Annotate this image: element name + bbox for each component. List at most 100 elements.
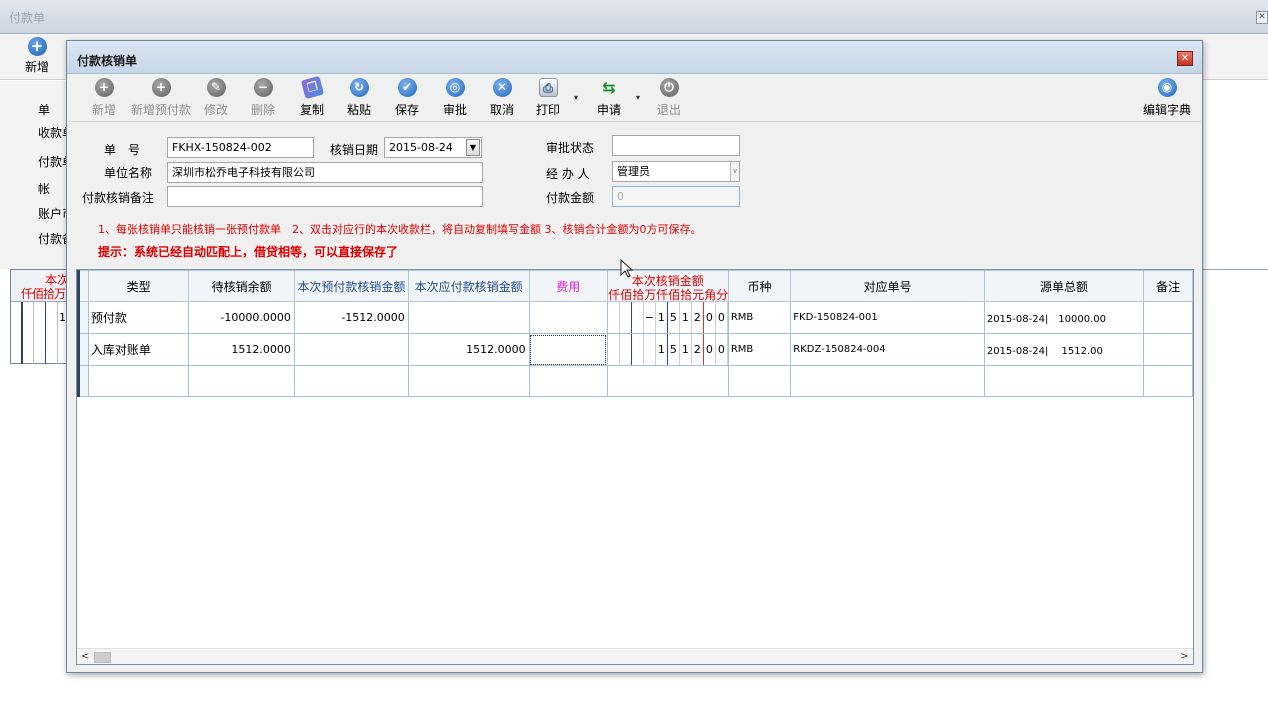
cancel-button[interactable]: ✕ 取消 xyxy=(489,78,515,118)
amount-field[interactable]: 0 xyxy=(612,186,740,207)
edit-icon: ✎ xyxy=(206,78,226,97)
cell-empty[interactable] xyxy=(790,365,985,397)
digit-cell xyxy=(620,334,632,365)
exit-button[interactable]: ⏻ 退出 xyxy=(656,78,682,118)
unit-name-field[interactable]: 深圳市松乔电子科技有限公司 xyxy=(167,162,483,183)
exit-label: 退出 xyxy=(656,103,681,117)
close-icon[interactable]: ✕ xyxy=(1177,51,1193,66)
digit-unit-label: 角 xyxy=(704,288,716,302)
cell-fee[interactable] xyxy=(528,301,608,334)
cell-pending-balance[interactable]: -10000.0000 xyxy=(188,301,295,334)
cell-fee[interactable] xyxy=(528,333,608,366)
col-header-prepay-amount[interactable]: 本次预付款核销金额 xyxy=(293,270,409,302)
delete-button[interactable]: − 删除 xyxy=(250,78,276,118)
col-header-remark[interactable]: 备注 xyxy=(1143,270,1193,302)
chevron-down-icon[interactable]: ∨ xyxy=(730,162,739,181)
cell-source-total[interactable]: 2015-08-24| 1512.00 xyxy=(983,333,1145,366)
col-header-payable-amount[interactable]: 本次应付款核销金额 xyxy=(407,270,530,302)
apply-label: 申请 xyxy=(596,103,621,117)
cell-currency[interactable]: RMB xyxy=(727,333,792,366)
digit-cell: 0 xyxy=(716,302,728,333)
row-header[interactable] xyxy=(77,301,89,334)
table-row[interactable]: 入库对账单 1512.0000 1512.0000 1 5 1 2 0 0 RM… xyxy=(77,333,1193,366)
cell-source-total[interactable]: 2015-08-24| 10000.00 xyxy=(983,301,1145,334)
plus-icon: + xyxy=(27,37,47,56)
background-grid[interactable]: 本次 仟佰拾万 1 xyxy=(10,269,69,364)
scroll-right-icon[interactable]: > xyxy=(1180,651,1188,662)
col-header-source-total[interactable]: 源单总额 xyxy=(983,270,1145,302)
copy-icon: ❐ xyxy=(300,75,324,100)
cell-currency[interactable]: RMB xyxy=(727,301,792,334)
cell-empty[interactable] xyxy=(528,365,608,397)
print-label: 打印 xyxy=(535,103,560,117)
edit-button[interactable]: ✎ 修改 xyxy=(203,78,229,118)
digit-cell: 5 xyxy=(668,334,680,365)
horizontal-scrollbar[interactable]: < > xyxy=(77,648,1193,664)
cell-empty[interactable] xyxy=(293,365,409,397)
digit-cells: 1 5 1 2 0 0 xyxy=(608,334,728,365)
col-header-type[interactable]: 类型 xyxy=(87,270,190,302)
handler-combo[interactable]: 管理员 ∨ xyxy=(612,161,740,182)
cell-type[interactable]: 入库对账单 xyxy=(87,333,190,366)
col-header-pending-balance[interactable]: 待核销余额 xyxy=(188,270,295,302)
print-dropdown-icon[interactable]: ▾ xyxy=(574,93,578,102)
refresh-icon: ↻ xyxy=(349,78,369,97)
cell-prepay-amount[interactable] xyxy=(293,333,409,366)
background-add-button[interactable]: + 新增 xyxy=(22,37,52,75)
col-header-fee[interactable]: 费用 xyxy=(528,270,608,302)
save-label: 保存 xyxy=(394,103,419,117)
digit-cell: 2 xyxy=(692,334,704,365)
cell-writeoff-amount[interactable]: − 1 5 1 2 0 0 xyxy=(606,301,729,334)
cell-empty[interactable] xyxy=(87,365,190,397)
scrollbar-thumb[interactable] xyxy=(94,652,111,663)
approval-status-field[interactable] xyxy=(612,135,740,156)
cell-prepay-amount[interactable]: -1512.0000 xyxy=(293,301,409,334)
cell-remark[interactable] xyxy=(1143,333,1193,366)
cell-empty[interactable] xyxy=(407,365,530,397)
row-header[interactable] xyxy=(77,365,89,397)
cell-payable-amount[interactable]: 1512.0000 xyxy=(407,333,530,366)
table-row-empty[interactable] xyxy=(77,365,1193,397)
digit-unit-label: 仟 xyxy=(608,288,620,302)
cell-empty[interactable] xyxy=(983,365,1145,397)
background-close-icon[interactable]: ✕ xyxy=(1256,11,1268,24)
amount-label: 付款金额 xyxy=(546,191,595,205)
cell-empty[interactable] xyxy=(606,365,729,397)
plus-icon: + xyxy=(151,78,171,97)
col-header-currency[interactable]: 币种 xyxy=(727,270,792,302)
add-prepay-button[interactable]: + 新增预付款 xyxy=(131,78,191,118)
apply-button[interactable]: ⇆ 申请 xyxy=(596,78,622,118)
table-row[interactable]: 预付款 -10000.0000 -1512.0000 − 1 5 1 2 0 0… xyxy=(77,301,1193,334)
add-button[interactable]: + 新增 xyxy=(91,78,117,118)
cell-payable-amount[interactable] xyxy=(407,301,530,334)
col-header-ref-no[interactable]: 对应单号 xyxy=(790,270,985,302)
cell-ref-no[interactable]: RKDZ-150824-004 xyxy=(790,333,985,366)
rules-note: 1、每张核销单只能核销一张预付款单 2、双击对应行的本次收款栏，将自动复制填写金… xyxy=(98,223,702,236)
scroll-left-icon[interactable]: < xyxy=(81,651,89,662)
digit-cell: − xyxy=(644,302,656,333)
edit-dictionary-button[interactable]: ◉ 编辑字典 xyxy=(1142,78,1192,118)
apply-dropdown-icon[interactable]: ▾ xyxy=(636,93,640,102)
chevron-down-icon[interactable]: ▼ xyxy=(466,139,480,156)
digit-cell: 1 xyxy=(656,302,668,333)
save-button[interactable]: ✔ 保存 xyxy=(394,78,420,118)
printer-icon: ⎙ xyxy=(538,78,558,97)
print-button[interactable]: ⎙ 打印 xyxy=(535,78,561,118)
cell-empty[interactable] xyxy=(1143,365,1193,397)
approve-button[interactable]: ◎ 审批 xyxy=(442,78,468,118)
remark-field[interactable] xyxy=(167,186,483,207)
copy-button[interactable]: ❐ 复制 xyxy=(299,75,325,118)
cell-writeoff-amount[interactable]: 1 5 1 2 0 0 xyxy=(606,333,729,366)
cell-remark[interactable] xyxy=(1143,301,1193,334)
row-header[interactable] xyxy=(77,333,89,366)
cell-empty[interactable] xyxy=(188,365,295,397)
cell-type[interactable]: 预付款 xyxy=(87,301,190,334)
background-form: 单 收款单 付款单 帐 账户币 付款备 xyxy=(0,81,74,269)
cell-pending-balance[interactable]: 1512.0000 xyxy=(188,333,295,366)
date-picker[interactable]: 2015-08-24 ▼ xyxy=(384,137,482,158)
paste-button[interactable]: ↻ 粘贴 xyxy=(346,78,372,118)
doc-no-field[interactable]: FKHX-150824-002 xyxy=(167,137,314,158)
writeoff-grid[interactable]: 类型 待核销余额 本次预付款核销金额 本次应付款核销金额 费用 本次核销金额 仟… xyxy=(76,269,1194,665)
cell-empty[interactable] xyxy=(727,365,792,397)
cell-ref-no[interactable]: FKD-150824-001 xyxy=(790,301,985,334)
